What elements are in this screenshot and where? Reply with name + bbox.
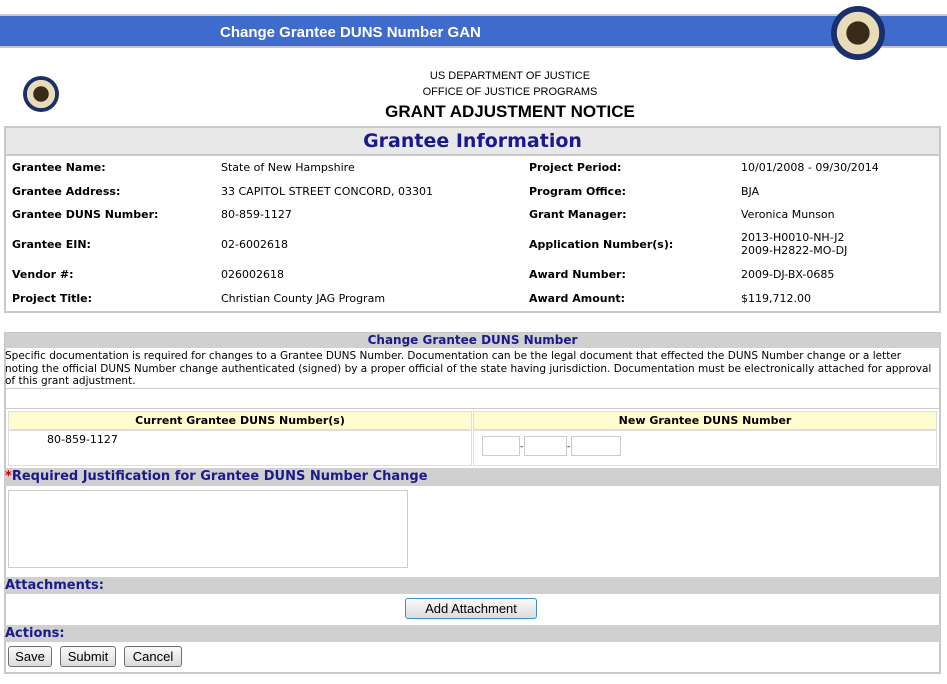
- agency-line2: OFFICE OF JUSTICE PROGRAMS: [422, 86, 598, 98]
- grantee-field-label: Vendor #:: [12, 268, 74, 281]
- value-line: Christian County JAG Program: [221, 292, 386, 305]
- agency-line1: US DEPARTMENT OF JUSTICE: [429, 70, 591, 82]
- value-line: 80-859-1127: [221, 208, 292, 221]
- value-line: 2009-DJ-BX-0685: [741, 268, 835, 281]
- grantee-info-heading: Grantee Information: [6, 128, 939, 156]
- value-line: 026002618: [221, 268, 284, 281]
- save-button[interactable]: Save: [8, 646, 52, 667]
- grantee-field-value: $119,712.00: [741, 292, 811, 305]
- current-duns-header: Current Grantee DUNS Number(s): [8, 411, 472, 430]
- value-line: 2009-H2822-MO-DJ: [741, 244, 848, 257]
- new-duns-part1-input[interactable]: [482, 436, 520, 456]
- grantee-field-value: 026002618: [221, 268, 284, 281]
- dash: -: [567, 442, 571, 452]
- grantee-field-value: Veronica Munson: [741, 208, 835, 221]
- grantee-field-label: Award Amount:: [529, 292, 626, 305]
- add-attachment-button[interactable]: Add Attachment: [405, 598, 537, 619]
- grantee-field-value: 02-6002618: [221, 238, 288, 251]
- grantee-field-label: Award Number:: [529, 268, 626, 281]
- title-bar: Change Grantee DUNS Number GAN: [0, 14, 947, 48]
- grantee-field-label: Project Title:: [12, 292, 93, 305]
- grantee-field-value: 2009-DJ-BX-0685: [741, 268, 834, 281]
- required-asterisk: *: [5, 469, 12, 484]
- change-duns-heading: Change Grantee DUNS Number: [5, 333, 940, 348]
- grantee-field-label: Application Number(s):: [529, 238, 674, 251]
- new-duns-part3-input[interactable]: [571, 436, 621, 456]
- grantee-field-value: 33 CAPITOL STREET CONCORD, 03301: [221, 185, 433, 198]
- justification-textarea[interactable]: [8, 490, 408, 568]
- grantee-field-label: Grantee Name:: [12, 161, 106, 174]
- justification-heading: *Required Justification for Grantee DUNS…: [5, 468, 940, 486]
- grantee-field-label: Grantee Address:: [12, 185, 121, 198]
- current-duns-value: 80-859-1127: [47, 433, 118, 446]
- value-line: 2013-H0010-NH-J2: [741, 231, 845, 244]
- grantee-field-value: 80-859-1127: [221, 208, 292, 221]
- notice-title: GRANT ADJUSTMENT NOTICE: [385, 102, 635, 121]
- blank-row: [5, 388, 940, 409]
- actions-heading: Actions:: [5, 625, 940, 642]
- current-duns-cell: 80-859-1127: [8, 430, 472, 466]
- cancel-button[interactable]: Cancel: [124, 646, 182, 667]
- grantee-field-value: Christian County JAG Program: [221, 292, 385, 305]
- grantee-field-label: Program Office:: [529, 185, 627, 198]
- new-duns-part2-input[interactable]: [524, 436, 567, 456]
- grantee-field-value: 10/01/2008 - 09/30/2014: [741, 161, 879, 174]
- value-line: Veronica Munson: [741, 208, 835, 221]
- grantee-field-label: Project Period:: [529, 161, 622, 174]
- value-line: 02-6002618: [221, 238, 288, 251]
- grantee-field-value: 2013-H0010-NH-J2 2009-H2822-MO-DJ: [741, 231, 847, 257]
- value-line: $119,712.00: [741, 292, 811, 305]
- grantee-field-label: Grantee EIN:: [12, 238, 91, 251]
- grantee-field-label: Grantee DUNS Number:: [12, 208, 159, 221]
- submit-button[interactable]: Submit: [60, 646, 116, 667]
- value-line: 33 CAPITOL STREET CONCORD, 03301: [221, 185, 434, 198]
- grantee-field-label: Grant Manager:: [529, 208, 627, 221]
- new-duns-header: New Grantee DUNS Number: [473, 411, 937, 430]
- grantee-field-value: State of New Hampshire: [221, 161, 355, 174]
- grantee-field-value: BJA: [741, 185, 759, 198]
- value-line: BJA: [741, 185, 760, 198]
- justification-label: Required Justification for Grantee DUNS …: [11, 469, 428, 484]
- value-line: 10/01/2008 - 09/30/2014: [741, 161, 879, 174]
- doj-seal-icon: [831, 6, 885, 60]
- page-title: Change Grantee DUNS Number GAN: [220, 24, 481, 41]
- dash: -: [520, 442, 524, 452]
- value-line: State of New Hampshire: [221, 161, 355, 174]
- attachments-heading: Attachments:: [5, 577, 940, 594]
- change-duns-description: Specific documentation is required for c…: [5, 350, 932, 387]
